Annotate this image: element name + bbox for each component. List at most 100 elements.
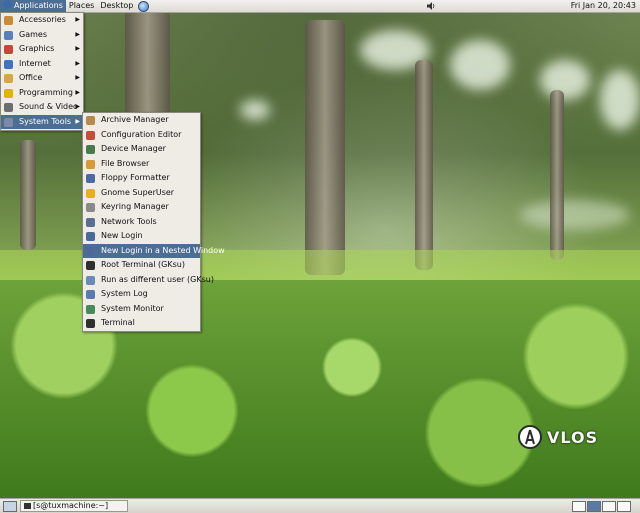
nested-login-icon — [86, 246, 95, 256]
menu-item-label: File Browser — [101, 158, 150, 168]
menu-item-label: Office — [19, 73, 43, 82]
device-manager-icon — [86, 145, 95, 154]
menu-item-label: Archive Manager — [101, 115, 169, 124]
taskbar-window-button[interactable]: [s@tuxmachine:~] — [20, 500, 128, 512]
menu-item-internet[interactable]: Internet ▶ — [1, 57, 83, 72]
configuration-editor-icon — [86, 130, 95, 140]
menu-item-label: Accessories — [19, 15, 66, 24]
menu-item-label: Sound & Video — [19, 102, 78, 111]
menu-item-device-manager[interactable]: Device Manager — [83, 142, 200, 157]
menu-item-programming[interactable]: Programming ▶ — [1, 86, 83, 101]
internet-icon — [4, 59, 13, 69]
menu-item-label: Gnome SuperUser — [101, 187, 175, 197]
show-desktop-icon[interactable] — [3, 501, 17, 512]
workspace-4[interactable] — [617, 501, 631, 512]
keyring-manager-icon — [86, 203, 95, 212]
games-icon — [4, 30, 13, 40]
menu-item-sound-video[interactable]: Sound & Video ▶ — [1, 100, 83, 115]
menu-item-new-login[interactable]: New Login — [83, 229, 200, 244]
submenu-arrow-icon: ▶ — [75, 117, 80, 125]
menu-item-label: System Log — [101, 289, 148, 298]
menu-item-configuration-editor[interactable]: Configuration Editor — [83, 128, 200, 143]
menu-item-label: Graphics — [19, 44, 55, 53]
applications-label: Applications — [14, 1, 63, 10]
menu-item-label: Programming — [19, 87, 73, 97]
archive-manager-icon — [86, 116, 95, 125]
submenu-arrow-icon: ▶ — [75, 103, 80, 110]
places-menu-button[interactable]: Places — [66, 0, 97, 12]
sound-video-icon — [4, 103, 13, 112]
programming-icon — [4, 88, 13, 98]
menu-item-label: System Monitor — [101, 303, 164, 313]
applications-menu: Accessories ▶ Games ▶ Graphics ▶ Internet ▶ Offi… — [0, 12, 84, 131]
office-icon — [4, 74, 13, 83]
terminal-small-icon — [24, 503, 31, 509]
menu-item-label: Keyring Manager — [101, 202, 169, 211]
menu-item-graphics[interactable]: Graphics ▶ — [1, 42, 83, 57]
menu-item-label: Terminal — [101, 318, 135, 327]
menu-item-file-browser[interactable]: File Browser — [83, 157, 200, 172]
network-tools-icon — [86, 217, 95, 227]
menu-item-label: Configuration Editor — [101, 129, 182, 139]
menu-item-label: Network Tools — [101, 216, 157, 226]
menu-item-label: Floppy Formatter — [101, 173, 170, 182]
menu-item-label: Run as different user (GKsu) — [101, 274, 214, 284]
submenu-arrow-icon: ▶ — [75, 59, 80, 67]
top-panel: Applications Places Desktop Fri Jan 20, … — [0, 0, 640, 13]
new-login-icon — [86, 232, 95, 241]
submenu-arrow-icon: ▶ — [75, 16, 80, 23]
menu-item-label: Root Terminal (GKsu) — [101, 260, 185, 269]
system-tools-icon — [4, 117, 13, 127]
clock[interactable]: Fri Jan 20, 20:43 — [571, 0, 636, 12]
graphics-icon — [4, 45, 13, 54]
menu-item-floppy-formatter[interactable]: Floppy Formatter — [83, 171, 200, 186]
applications-menu-button[interactable]: Applications — [0, 0, 66, 12]
accessories-icon — [4, 16, 13, 25]
submenu-arrow-icon: ▶ — [75, 88, 80, 96]
system-tools-submenu: Archive Manager Configuration Editor Devic… — [82, 112, 225, 332]
system-log-icon — [86, 290, 95, 299]
bottom-panel: [s@tuxmachine:~] — [0, 498, 640, 513]
menu-item-system-monitor[interactable]: System Monitor — [83, 302, 200, 317]
web-browser-icon[interactable] — [138, 0, 150, 12]
file-browser-icon — [86, 159, 95, 169]
system-monitor-icon — [86, 304, 95, 314]
menu-item-run-as-user[interactable]: Run as different user (GKsu) — [83, 273, 214, 288]
menu-item-system-log[interactable]: System Log — [83, 287, 200, 302]
workspace-2[interactable] — [587, 501, 601, 512]
workspace-3[interactable] — [602, 501, 616, 512]
menu-item-keyring-manager[interactable]: Keyring Manager — [83, 200, 200, 215]
menu-item-archive-manager[interactable]: Archive Manager — [83, 113, 200, 128]
menu-item-root-terminal[interactable]: Root Terminal (GKsu) — [83, 258, 200, 273]
submenu-arrow-icon: ▶ — [75, 45, 80, 52]
menu-item-label: Games — [19, 29, 47, 39]
menu-item-office[interactable]: Office ▶ — [1, 71, 83, 86]
run-as-user-icon — [86, 275, 95, 285]
root-terminal-icon — [86, 261, 95, 270]
menu-item-games[interactable]: Games ▶ — [1, 28, 83, 43]
menu-item-label: New Login — [101, 231, 143, 240]
menu-item-gnome-superuser[interactable]: Gnome SuperUser — [83, 186, 200, 201]
terminal-icon — [86, 319, 95, 328]
gnome-superuser-icon — [86, 188, 95, 198]
menu-item-label: New Login in a Nested Window — [101, 245, 225, 255]
menu-item-nested-login[interactable]: New Login in a Nested Window — [83, 243, 225, 258]
taskbar-window-label: [s@tuxmachine:~] — [33, 501, 109, 510]
menu-item-network-tools[interactable]: Network Tools — [83, 215, 200, 230]
workspace-1[interactable] — [572, 501, 586, 512]
menu-item-system-tools[interactable]: System Tools ▶ — [1, 114, 83, 129]
menu-item-label: Device Manager — [101, 144, 166, 153]
volume-icon[interactable] — [426, 1, 436, 11]
vlos-logo-text: VLOS — [547, 427, 599, 447]
desktop-menu-button[interactable]: Desktop — [97, 0, 136, 12]
vlos-logo-icon — [518, 425, 542, 449]
gnome-foot-icon — [3, 0, 12, 9]
floppy-formatter-icon — [86, 174, 95, 183]
submenu-arrow-icon: ▶ — [75, 74, 80, 81]
menu-item-terminal[interactable]: Terminal — [83, 316, 200, 331]
submenu-arrow-icon: ▶ — [75, 30, 80, 38]
menu-item-label: System Tools — [19, 116, 72, 126]
menu-item-accessories[interactable]: Accessories ▶ — [1, 13, 83, 28]
menu-item-label: Internet — [19, 58, 51, 68]
vlos-logo: VLOS — [518, 425, 599, 449]
